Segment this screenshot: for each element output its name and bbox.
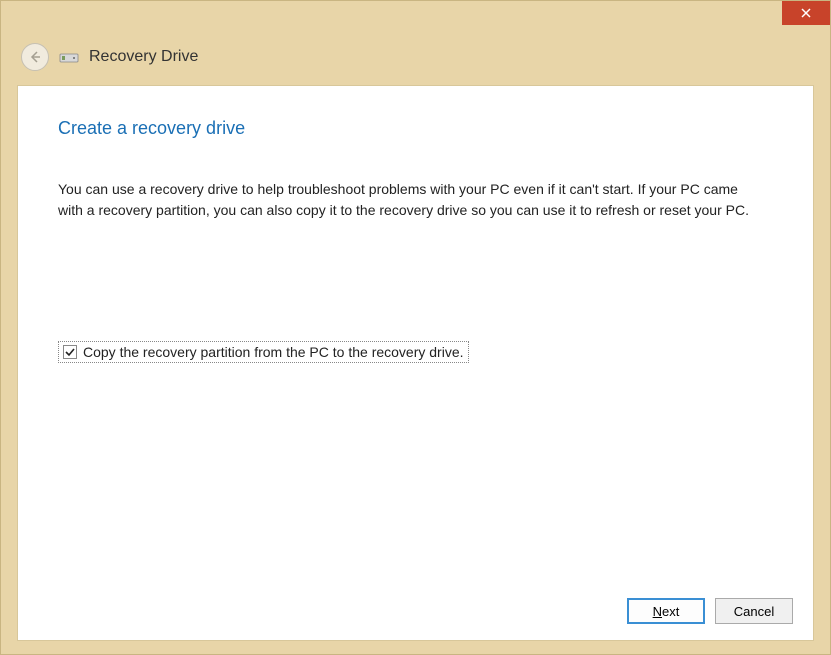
- cancel-button[interactable]: Cancel: [715, 598, 793, 624]
- content-area: Create a recovery drive You can use a re…: [17, 85, 814, 641]
- button-row: Next Cancel: [627, 598, 793, 624]
- back-button[interactable]: [21, 43, 49, 71]
- wizard-window: Recovery Drive Create a recovery drive Y…: [0, 0, 831, 655]
- drive-icon: [59, 50, 79, 64]
- copy-partition-checkbox[interactable]: [63, 345, 77, 359]
- description-text: You can use a recovery drive to help tro…: [58, 179, 758, 221]
- close-icon: [801, 8, 811, 18]
- copy-partition-label: Copy the recovery partition from the PC …: [83, 344, 464, 360]
- header: Recovery Drive: [1, 33, 830, 81]
- titlebar: [1, 1, 830, 33]
- close-button[interactable]: [782, 1, 830, 25]
- header-title: Recovery Drive: [89, 48, 198, 66]
- back-arrow-icon: [28, 50, 42, 64]
- page-title: Create a recovery drive: [58, 118, 773, 139]
- checkmark-icon: [65, 347, 75, 357]
- next-button[interactable]: Next: [627, 598, 705, 624]
- copy-partition-option[interactable]: Copy the recovery partition from the PC …: [58, 341, 469, 363]
